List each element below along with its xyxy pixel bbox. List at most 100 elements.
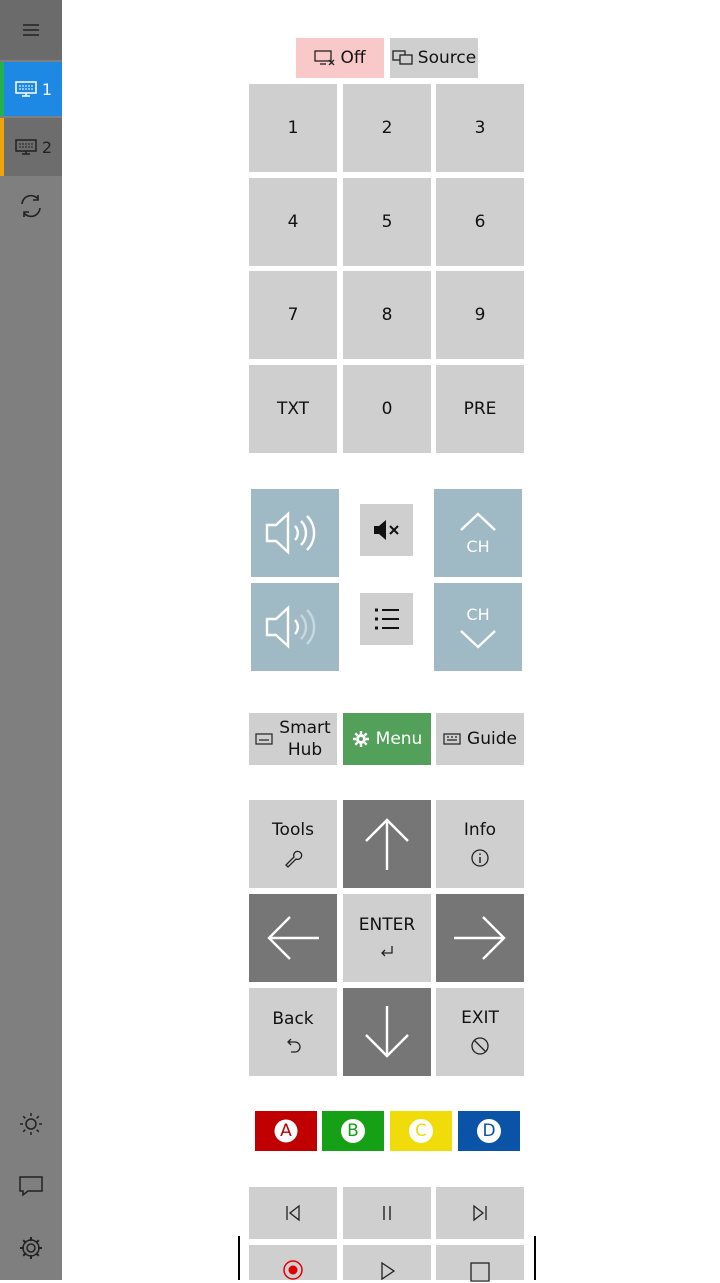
- next-button[interactable]: [436, 1187, 524, 1239]
- key-2-button[interactable]: 2: [343, 84, 431, 172]
- play-icon: [381, 1261, 396, 1281]
- yellow-c-label: C: [415, 1121, 427, 1141]
- arrow-left-icon: [267, 916, 319, 960]
- tools-button[interactable]: Tools: [249, 800, 337, 888]
- key-1-button[interactable]: 1: [249, 84, 337, 172]
- key-0-button[interactable]: 0: [343, 365, 431, 453]
- green-b-button[interactable]: B: [322, 1111, 384, 1151]
- pause-icon: [383, 1206, 391, 1220]
- source-label: Source: [417, 48, 477, 68]
- previous-button[interactable]: [249, 1187, 337, 1239]
- key-2-label: 2: [381, 118, 393, 138]
- block-icon: [471, 1037, 489, 1055]
- exit-label: EXIT: [461, 1008, 499, 1028]
- list-icon: [374, 608, 399, 630]
- wrench-icon: [285, 850, 303, 868]
- undo-icon: [287, 1038, 301, 1053]
- keyboard-icon: [255, 733, 273, 745]
- red-a-button[interactable]: A: [255, 1111, 317, 1151]
- key-9-label: 9: [474, 305, 486, 325]
- keyboard-icon: [443, 733, 461, 745]
- volume-down-button[interactable]: [251, 583, 339, 671]
- arrow-right-icon: [454, 916, 506, 960]
- key-8-button[interactable]: 8: [343, 271, 431, 359]
- menu-label: Menu: [375, 729, 423, 749]
- key-6-label: 6: [474, 212, 486, 232]
- smart-hub-label-line2: Hub: [287, 740, 323, 760]
- volume-up-icon: [265, 511, 316, 555]
- enter-icon: [381, 946, 393, 957]
- smart-hub-button[interactable]: Smart Hub: [249, 713, 337, 765]
- enter-label: ENTER: [358, 915, 416, 935]
- info-icon: [471, 849, 489, 867]
- guide-label: Guide: [467, 729, 517, 749]
- key-txt-label: TXT: [276, 399, 310, 419]
- key-9-button[interactable]: 9: [436, 271, 524, 359]
- key-4-label: 4: [287, 212, 299, 232]
- arrow-down-icon: [365, 1006, 409, 1058]
- red-a-label: A: [280, 1121, 292, 1141]
- skip-previous-icon: [286, 1204, 300, 1222]
- record-button[interactable]: [249, 1245, 337, 1280]
- key-pre-button[interactable]: PRE: [436, 365, 524, 453]
- pause-button[interactable]: [343, 1187, 431, 1239]
- stop-button[interactable]: [436, 1245, 524, 1282]
- volume-down-icon: [265, 605, 316, 649]
- device-2-button[interactable]: 2: [0, 118, 62, 176]
- key-7-label: 7: [287, 305, 299, 325]
- blue-d-button[interactable]: D: [458, 1111, 520, 1151]
- key-7-button[interactable]: 7: [249, 271, 337, 359]
- monitor-off-icon: [314, 50, 335, 66]
- refresh-button[interactable]: [0, 182, 62, 230]
- settings-button[interactable]: [0, 1224, 62, 1272]
- enter-button[interactable]: ENTER: [343, 894, 431, 982]
- feedback-button[interactable]: [0, 1162, 62, 1210]
- channel-up-button[interactable]: CH: [434, 489, 522, 577]
- tools-label: Tools: [272, 820, 314, 840]
- device-1-button[interactable]: 1: [0, 62, 62, 116]
- menu-button[interactable]: Menu: [343, 713, 431, 765]
- nav-right-button[interactable]: [436, 894, 524, 982]
- green-b-label: B: [347, 1121, 359, 1141]
- smart-hub-label-line1: Smart: [279, 718, 331, 738]
- key-5-button[interactable]: 5: [343, 178, 431, 266]
- channel-list-button[interactable]: [360, 593, 413, 645]
- key-6-button[interactable]: 6: [436, 178, 524, 266]
- guide-button[interactable]: Guide: [436, 713, 524, 765]
- sidebar: 1 2: [0, 0, 62, 1280]
- brightness-button[interactable]: [0, 1100, 62, 1148]
- play-button[interactable]: [343, 1245, 431, 1281]
- key-3-button[interactable]: 3: [436, 84, 524, 172]
- channel-down-button[interactable]: CH: [434, 583, 522, 671]
- hamburger-icon: [23, 24, 39, 36]
- refresh-icon: [21, 194, 41, 218]
- device-2-number: 2: [41, 137, 53, 157]
- volume-up-button[interactable]: [251, 489, 339, 577]
- info-button[interactable]: Info: [436, 800, 524, 888]
- gear-icon: [352, 731, 369, 747]
- source-button[interactable]: Source: [390, 38, 478, 78]
- yellow-c-button[interactable]: C: [390, 1111, 452, 1151]
- device-1-number: 1: [41, 79, 53, 99]
- power-off-button[interactable]: Off: [296, 38, 384, 78]
- gear-icon: [20, 1237, 42, 1259]
- sun-icon: [20, 1113, 42, 1135]
- monitor-icon: [15, 81, 37, 97]
- channel-up-label: CH: [466, 536, 490, 556]
- blue-d-label: D: [482, 1121, 496, 1141]
- scroll-edge-left: [238, 1236, 240, 1280]
- nav-down-button[interactable]: [343, 988, 431, 1076]
- mute-button[interactable]: [360, 504, 413, 556]
- key-txt-button[interactable]: TXT: [249, 365, 337, 453]
- back-button[interactable]: Back: [249, 988, 337, 1076]
- chevron-down-icon: [460, 629, 496, 649]
- source-icon: [392, 50, 413, 65]
- key-5-label: 5: [381, 212, 393, 232]
- hamburger-menu-button[interactable]: [0, 0, 62, 60]
- nav-left-button[interactable]: [249, 894, 337, 982]
- key-4-button[interactable]: 4: [249, 178, 337, 266]
- info-label: Info: [463, 820, 497, 840]
- key-pre-label: PRE: [463, 399, 497, 419]
- exit-button[interactable]: EXIT: [436, 988, 524, 1076]
- nav-up-button[interactable]: [343, 800, 431, 888]
